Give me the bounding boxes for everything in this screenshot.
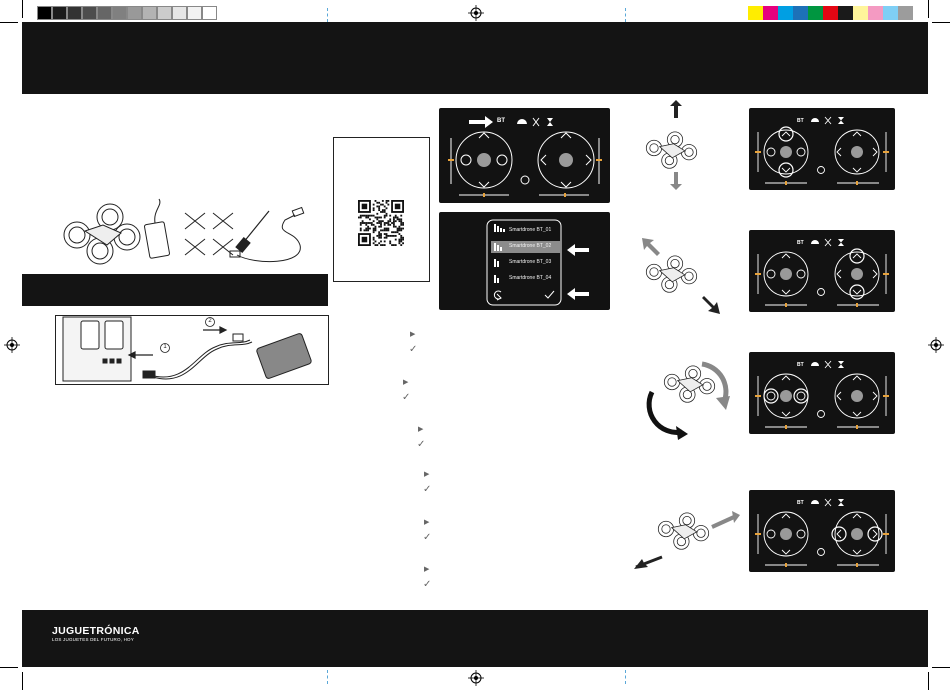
registration-mark-top bbox=[468, 5, 484, 21]
battery-icon bbox=[144, 198, 170, 259]
check-marker-icon: ✓ bbox=[409, 344, 418, 355]
timer-icon bbox=[547, 118, 553, 126]
fold-guide-2-top bbox=[625, 8, 626, 22]
app-controller-graphic bbox=[448, 116, 602, 197]
drone-icon bbox=[63, 203, 141, 265]
gray-swatch bbox=[172, 6, 187, 20]
gray-swatch bbox=[67, 6, 82, 20]
spare-propellers-icon bbox=[184, 212, 234, 256]
color-calibration-bar bbox=[748, 6, 913, 20]
color-swatch bbox=[853, 6, 868, 20]
confirm-check-icon bbox=[544, 290, 555, 299]
gray-swatch bbox=[37, 6, 52, 20]
check-marker-icon: ✓ bbox=[402, 392, 411, 403]
color-swatch bbox=[898, 6, 913, 20]
back-icon bbox=[493, 290, 502, 301]
color-swatch bbox=[748, 6, 763, 20]
grayscale-calibration-bar bbox=[37, 6, 217, 20]
gray-swatch bbox=[127, 6, 142, 20]
registration-mark-right bbox=[928, 337, 944, 353]
gyro-icon bbox=[532, 117, 540, 127]
check-marker-icon: ✓ bbox=[423, 579, 432, 590]
play-marker-icon: ▶ bbox=[410, 331, 416, 338]
fold-guide-1-bottom bbox=[327, 670, 328, 684]
gray-swatch bbox=[112, 6, 127, 20]
gray-swatch bbox=[157, 6, 172, 20]
arrow-left-icon bbox=[567, 288, 589, 300]
gray-swatch bbox=[142, 6, 157, 20]
forward-backward-diagram bbox=[642, 238, 720, 314]
color-swatch bbox=[808, 6, 823, 20]
fold-guide-2-bottom bbox=[625, 670, 626, 684]
bt-label: BT bbox=[497, 118, 505, 124]
color-swatch bbox=[883, 6, 898, 20]
play-marker-icon: ▶ bbox=[418, 426, 424, 433]
section-band bbox=[22, 274, 328, 306]
device-item-2[interactable]: Smartdrone BT_02 bbox=[509, 243, 551, 249]
color-swatch bbox=[763, 6, 778, 20]
check-marker-icon: ✓ bbox=[417, 439, 426, 450]
strafe-diagram bbox=[634, 511, 740, 569]
footer-bar bbox=[22, 610, 928, 667]
signal-strength-icons bbox=[494, 224, 505, 283]
header-bar bbox=[22, 22, 928, 94]
device-item-1[interactable]: Smartdrone BT_01 bbox=[509, 227, 551, 233]
brand-tagline: LOS JUGUETES DEL FUTURO, HOY bbox=[52, 637, 134, 642]
arrow-left-icon bbox=[567, 244, 589, 256]
controller-graphic bbox=[755, 238, 889, 307]
gray-swatch bbox=[187, 6, 202, 20]
qr-code-icon bbox=[358, 200, 404, 246]
registration-mark-bottom bbox=[468, 670, 484, 686]
box-contents-illustration bbox=[63, 198, 305, 265]
device-item-3[interactable]: Smartdrone BT_03 bbox=[509, 259, 551, 265]
bt-label: BT bbox=[797, 118, 804, 124]
bt-label: BT bbox=[797, 500, 804, 506]
play-marker-icon: ▶ bbox=[424, 471, 430, 478]
signal-icon bbox=[517, 119, 527, 124]
step-2-label: 1 bbox=[163, 344, 167, 350]
color-swatch bbox=[793, 6, 808, 20]
controller-graphic bbox=[755, 360, 889, 429]
gray-swatch bbox=[202, 6, 217, 20]
registration-mark-left bbox=[4, 337, 20, 353]
bt-label: BT bbox=[797, 240, 804, 246]
color-swatch bbox=[868, 6, 883, 20]
charging-illustration bbox=[55, 315, 329, 385]
bt-label: BT bbox=[797, 362, 804, 368]
color-swatch bbox=[778, 6, 793, 20]
play-marker-icon: ▶ bbox=[403, 379, 409, 386]
color-swatch bbox=[823, 6, 838, 20]
rotate-diagram bbox=[646, 361, 730, 440]
usb-cable-icon bbox=[229, 206, 305, 263]
gray-swatch bbox=[82, 6, 97, 20]
computer-icon bbox=[62, 316, 132, 382]
screwdriver-icon bbox=[235, 210, 270, 254]
step-1-label: 2 bbox=[208, 318, 212, 324]
device-item-4[interactable]: Smartdrone BT_04 bbox=[509, 275, 551, 281]
arrow-right-icon bbox=[469, 116, 493, 128]
gray-swatch bbox=[97, 6, 112, 20]
play-marker-icon: ▶ bbox=[424, 566, 430, 573]
check-marker-icon: ✓ bbox=[423, 532, 432, 543]
play-marker-icon: ▶ bbox=[424, 519, 430, 526]
ascend-descend-diagram bbox=[645, 100, 698, 190]
check-marker-icon: ✓ bbox=[423, 484, 432, 495]
brand-logo-text: JUGUETRÓNICA bbox=[52, 625, 140, 637]
controller-graphic bbox=[755, 498, 889, 567]
color-swatch bbox=[838, 6, 853, 20]
gray-swatch bbox=[52, 6, 67, 20]
controller-graphic bbox=[755, 116, 889, 185]
fold-guide-1-top bbox=[327, 8, 328, 22]
